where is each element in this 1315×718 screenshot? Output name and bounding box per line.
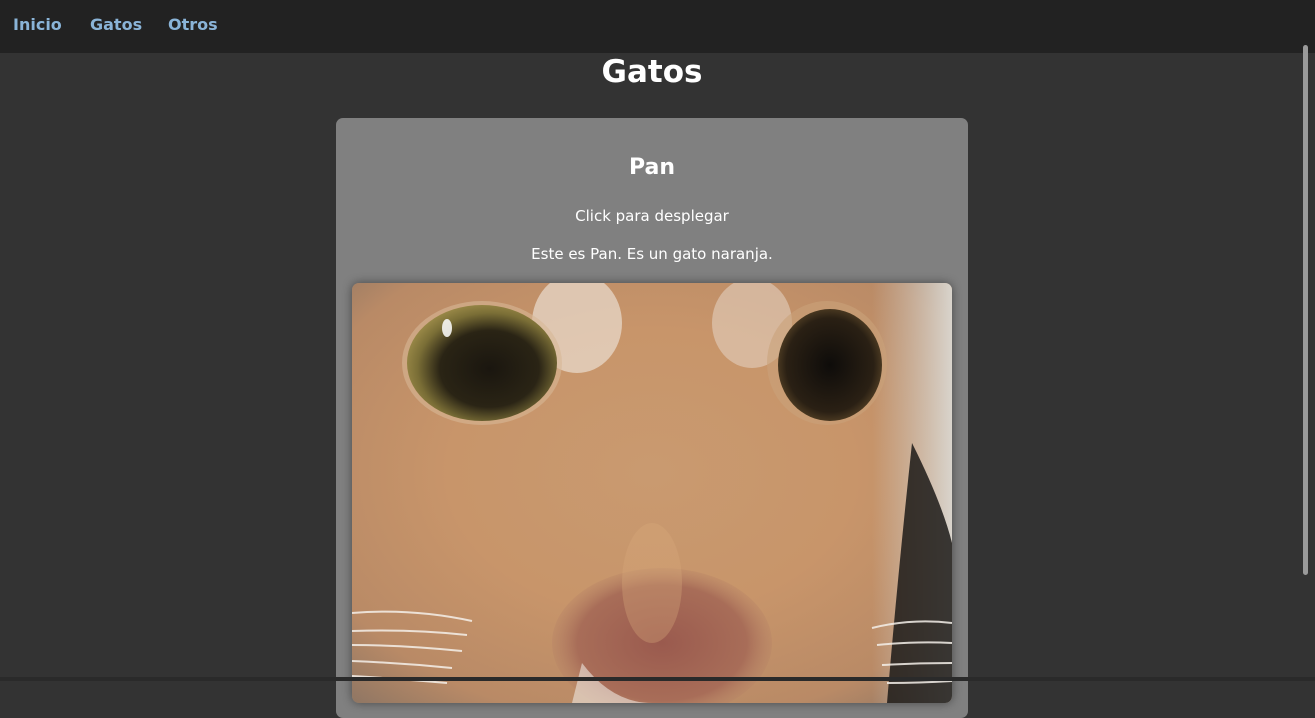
nav-link-inicio[interactable]: Inicio bbox=[13, 15, 62, 34]
page-scrollbar[interactable] bbox=[1303, 45, 1308, 575]
nav-link-gatos[interactable]: Gatos bbox=[90, 15, 142, 34]
navbar: Inicio Gatos Otros bbox=[0, 0, 1315, 53]
cat-description: Este es Pan. Es un gato naranja. bbox=[531, 245, 773, 263]
page-title: Gatos bbox=[601, 54, 703, 90]
cat-card-title: Pan bbox=[628, 155, 676, 180]
nav-link-otros[interactable]: Otros bbox=[168, 15, 218, 34]
cat-photo bbox=[352, 283, 952, 703]
cat-photo-image bbox=[352, 283, 952, 703]
expand-toggle[interactable]: Click para desplegar bbox=[336, 207, 968, 225]
bottom-edge bbox=[0, 677, 1315, 681]
